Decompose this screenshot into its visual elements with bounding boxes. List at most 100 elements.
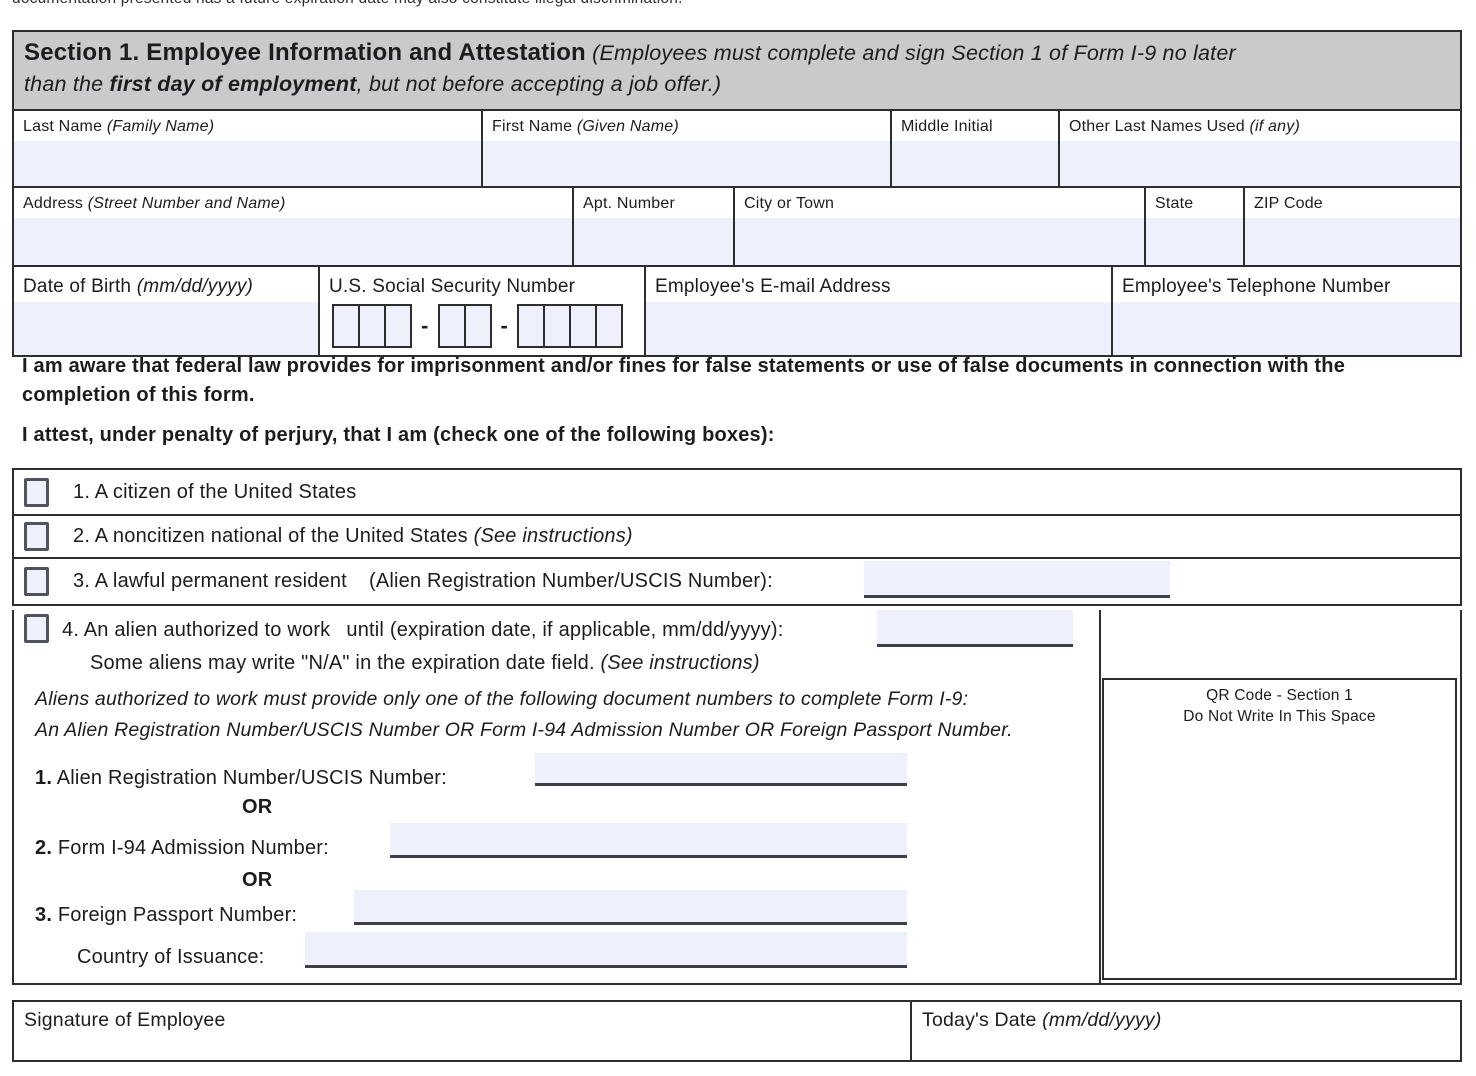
option-noncitizen-national-row: 2. A noncitizen national of the United S…: [14, 516, 1460, 559]
middle-initial-cell: Middle Initial: [892, 111, 1060, 186]
alien-documents-intro-line2: An Alien Registration Number/USCIS Numbe…: [35, 715, 1013, 746]
middle-initial-label: Middle Initial: [892, 111, 1058, 141]
section1-subtitle-line2-post: , but not before accepting a job offer.): [357, 72, 722, 96]
last-name-cell: Last Name (Family Name): [14, 111, 483, 186]
ssn-digit-box[interactable]: [358, 304, 386, 348]
or-separator-1: OR: [242, 796, 272, 819]
city-input[interactable]: [735, 218, 1144, 265]
apt-number-input[interactable]: [574, 218, 733, 265]
ssn-cell: U.S. Social Security Number - -: [320, 267, 646, 355]
ssn-group-serial: [517, 304, 623, 348]
phone-input[interactable]: [1113, 302, 1460, 355]
ssn-group-group: [438, 304, 492, 348]
todays-date-field[interactable]: Today's Date (mm/dd/yyyy): [912, 1002, 1460, 1060]
zip-code-label: ZIP Code: [1245, 188, 1460, 218]
i9-form-section1-page: documentation presented has a future exp…: [0, 0, 1476, 1076]
permanent-resident-label: 3. A lawful permanent resident(Alien Reg…: [73, 570, 773, 593]
ssn-dash: -: [412, 313, 438, 339]
alien-documents-intro: Aliens authorized to work must provide o…: [35, 684, 1013, 746]
apt-number-cell: Apt. Number: [574, 188, 735, 265]
work-authorization-expiration-input[interactable]: [877, 610, 1073, 647]
city-label: City or Town: [735, 188, 1144, 218]
authorized-alien-block: 4. An alien authorized to workuntil (exp…: [12, 610, 1462, 985]
attestation-instruction: I attest, under penalty of perjury, that…: [22, 424, 1422, 447]
zip-code-cell: ZIP Code: [1245, 188, 1460, 265]
ssn-label: U.S. Social Security Number: [320, 267, 644, 302]
email-cell: Employee's E-mail Address: [646, 267, 1113, 355]
i94-admission-number-input[interactable]: [390, 823, 907, 858]
phone-label: Employee's Telephone Number: [1113, 267, 1460, 302]
ssn-digit-box[interactable]: [384, 304, 412, 348]
foreign-passport-number-label: 3. Foreign Passport Number:: [35, 904, 297, 927]
last-name-input[interactable]: [14, 141, 481, 186]
ssn-digit-box[interactable]: [464, 304, 492, 348]
option-permanent-resident-row: 3. A lawful permanent resident(Alien Reg…: [14, 559, 1460, 604]
country-of-issuance-input[interactable]: [305, 932, 907, 968]
city-cell: City or Town: [735, 188, 1146, 265]
section1-header: Section 1. Employee Information and Atte…: [14, 32, 1460, 111]
email-label: Employee's E-mail Address: [646, 267, 1111, 302]
date-of-birth-cell: Date of Birth (mm/dd/yyyy): [14, 267, 320, 355]
i94-admission-number-label: 2. Form I-94 Admission Number:: [35, 837, 329, 860]
name-row: Last Name (Family Name) First Name (Give…: [14, 111, 1460, 188]
dob-ssn-contact-row: Date of Birth (mm/dd/yyyy) U.S. Social S…: [14, 267, 1460, 355]
other-last-names-cell: Other Last Names Used (if any): [1060, 111, 1460, 186]
ssn-digit-box[interactable]: [438, 304, 466, 348]
other-last-names-input[interactable]: [1060, 141, 1460, 186]
date-of-birth-input[interactable]: [14, 302, 318, 355]
other-last-names-label: Other Last Names Used (if any): [1060, 111, 1460, 141]
ssn-group-area: [332, 304, 412, 348]
ssn-digit-box[interactable]: [332, 304, 360, 348]
ssn-digit-box[interactable]: [569, 304, 597, 348]
address-label: Address (Street Number and Name): [14, 188, 572, 218]
state-label: State: [1146, 188, 1243, 218]
qr-code-warning: Do Not Write In This Space: [1104, 706, 1455, 727]
zip-code-input[interactable]: [1245, 218, 1460, 265]
clipped-previous-paragraph: documentation presented has a future exp…: [12, 0, 1464, 12]
first-name-label: First Name (Given Name): [483, 111, 890, 141]
ssn-boxes: - -: [332, 304, 644, 348]
section1-subtitle-line1: (Employees must complete and sign Sectio…: [586, 41, 1236, 65]
noncitizen-national-checkbox[interactable]: [24, 522, 49, 551]
country-of-issuance-label: Country of Issuance:: [77, 946, 264, 969]
citizen-label: 1. A citizen of the United States: [73, 481, 356, 504]
ssn-digit-box[interactable]: [595, 304, 623, 348]
address-cell: Address (Street Number and Name): [14, 188, 574, 265]
federal-law-warning: I am aware that federal law provides for…: [22, 352, 1394, 410]
alien-uscis-number-input[interactable]: [864, 561, 1170, 598]
qr-code-title: QR Code - Section 1: [1104, 685, 1455, 706]
alien-registration-number-input[interactable]: [535, 753, 907, 786]
citizen-checkbox[interactable]: [24, 478, 49, 507]
todays-date-label: Today's Date (mm/dd/yyyy): [922, 1009, 1162, 1031]
noncitizen-national-label: 2. A noncitizen national of the United S…: [73, 525, 633, 548]
section1-title: Section 1. Employee Information and Atte…: [24, 39, 586, 66]
authorized-alien-checkbox[interactable]: [24, 614, 49, 643]
first-name-input[interactable]: [483, 141, 890, 186]
foreign-passport-number-input[interactable]: [354, 890, 907, 925]
ssn-digit-box[interactable]: [543, 304, 571, 348]
citizenship-options-table: 1. A citizen of the United States 2. A n…: [12, 468, 1462, 606]
middle-initial-input[interactable]: [892, 141, 1058, 186]
ssn-dash: -: [492, 313, 518, 339]
apt-number-label: Apt. Number: [574, 188, 733, 218]
alien-registration-number-label: 1. Alien Registration Number/USCIS Numbe…: [35, 767, 447, 790]
employee-signature-field[interactable]: Signature of Employee: [14, 1002, 912, 1060]
state-cell: State: [1146, 188, 1245, 265]
section1-subtitle-line2-pre: than the: [24, 72, 109, 96]
authorized-alien-note: Some aliens may write "N/A" in the expir…: [90, 652, 760, 675]
clipped-text: documentation presented has a future exp…: [12, 0, 1464, 8]
first-name-cell: First Name (Given Name): [483, 111, 892, 186]
ssn-digit-box[interactable]: [517, 304, 545, 348]
email-input[interactable]: [646, 302, 1111, 355]
permanent-resident-checkbox[interactable]: [24, 567, 49, 596]
state-input[interactable]: [1146, 218, 1243, 265]
authorized-alien-label: 4. An alien authorized to workuntil (exp…: [62, 619, 783, 642]
date-of-birth-label: Date of Birth (mm/dd/yyyy): [14, 267, 318, 302]
qr-column-divider: [1099, 610, 1101, 983]
address-input[interactable]: [14, 218, 572, 265]
phone-cell: Employee's Telephone Number: [1113, 267, 1460, 355]
or-separator-2: OR: [242, 869, 272, 892]
last-name-label: Last Name (Family Name): [14, 111, 481, 141]
alien-documents-intro-line1: Aliens authorized to work must provide o…: [35, 684, 1013, 715]
option-citizen-row: 1. A citizen of the United States: [14, 470, 1460, 516]
